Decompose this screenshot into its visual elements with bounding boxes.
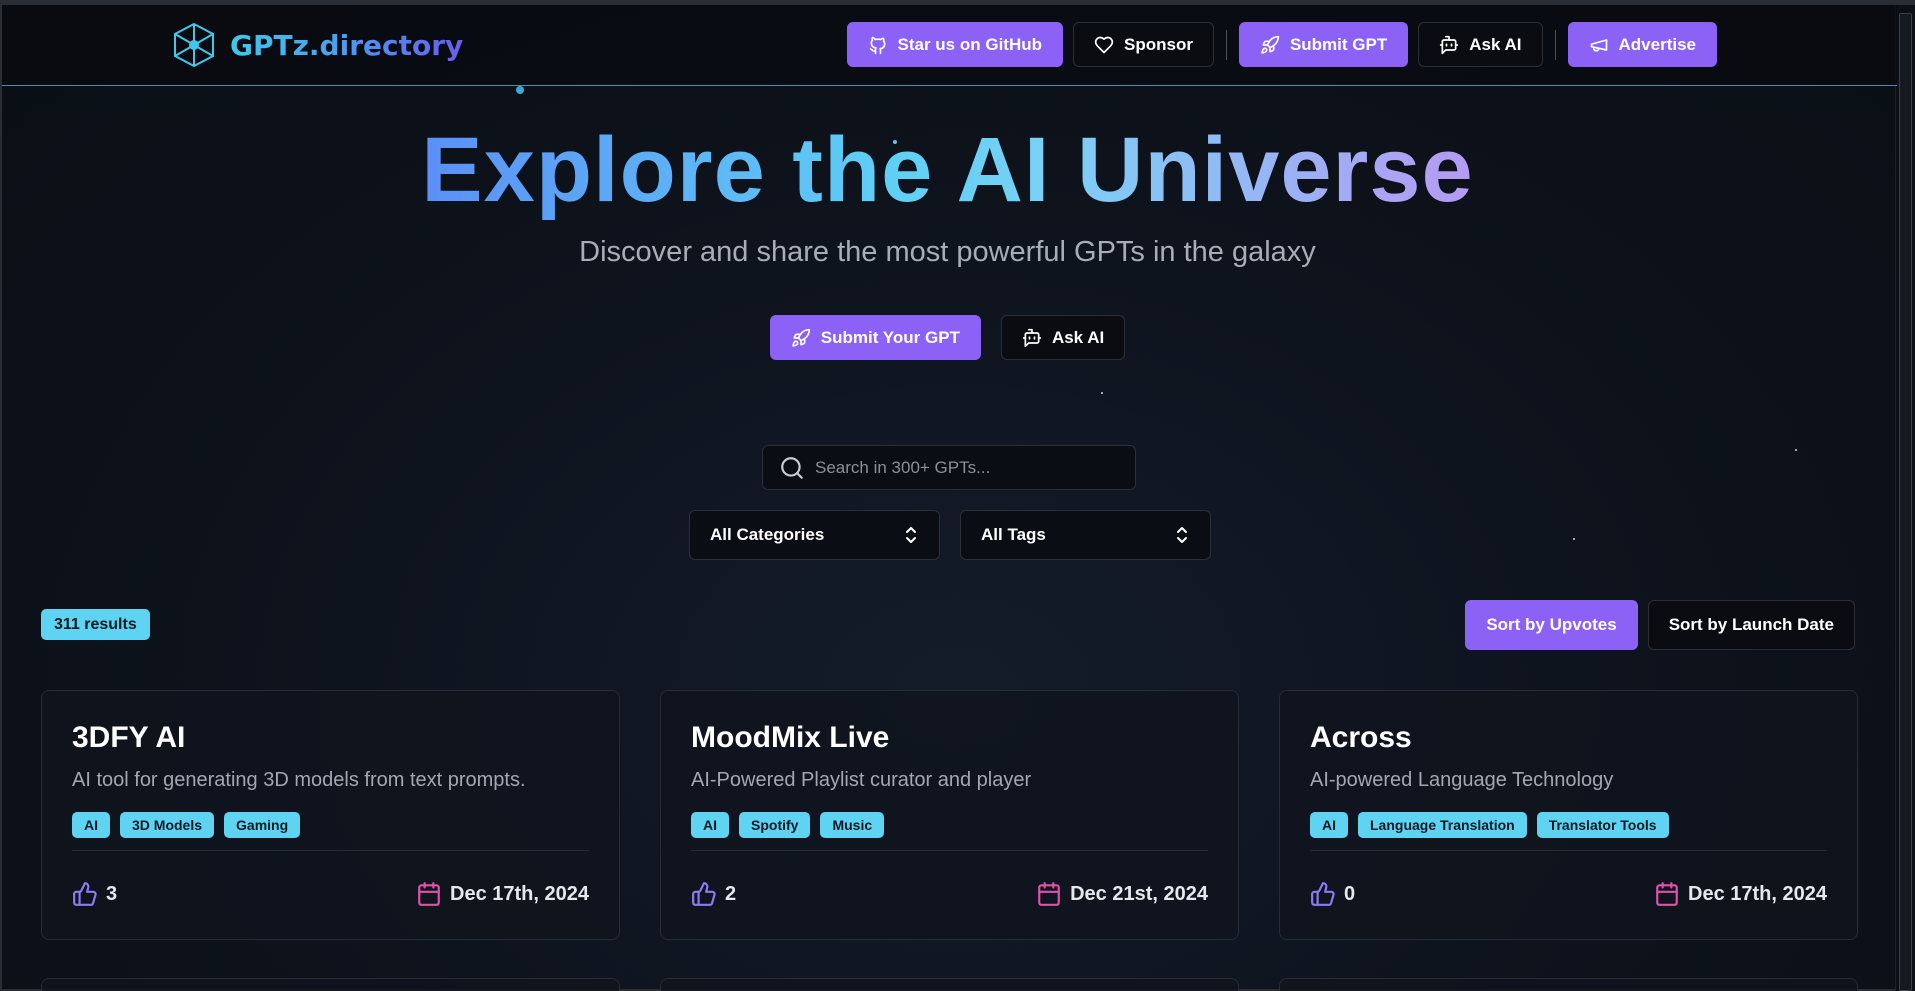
site-logo[interactable]: GPTz.directory	[170, 21, 463, 69]
hero-actions: Submit Your GPT Ask AI	[0, 315, 1895, 360]
search-box	[762, 445, 1136, 490]
sort-controls: Sort by Upvotes Sort by Launch Date	[1465, 600, 1855, 650]
gpt-card-partial[interactable]	[41, 978, 620, 991]
upvote-button[interactable]: 3	[72, 881, 117, 907]
launch-date-text: Dec 17th, 2024	[1688, 882, 1827, 905]
chevron-up-down-icon	[906, 527, 916, 543]
card-tags: AI Language Translation Translator Tools	[1310, 812, 1827, 851]
gpt-card-grid: 3DFY AI AI tool for generating 3D models…	[41, 690, 1858, 940]
gpt-card-partial[interactable]	[660, 978, 1239, 991]
card-title[interactable]: Across	[1310, 721, 1827, 755]
thumbs-up-icon	[73, 882, 97, 906]
tag-badge[interactable]: AI	[72, 812, 110, 838]
submit-gpt-label: Submit GPT	[1289, 34, 1388, 54]
hero-ask-ai-button[interactable]: Ask AI	[1000, 315, 1126, 360]
card-title[interactable]: MoodMix Live	[691, 721, 1208, 755]
star-dot	[1573, 538, 1575, 540]
calendar-icon	[1656, 882, 1678, 906]
submit-your-gpt-label: Submit Your GPT	[820, 327, 960, 347]
launch-date: Dec 17th, 2024	[416, 881, 589, 907]
upvote-count: 0	[1344, 882, 1356, 905]
nav-divider	[1225, 29, 1227, 60]
github-icon	[869, 36, 885, 54]
scrollbar[interactable]	[1895, 5, 1915, 991]
hero-subtitle: Discover and share the most powerful GPT…	[579, 236, 1316, 268]
upvote-button[interactable]: 2	[691, 881, 736, 907]
card-description: AI tool for generating 3D models from te…	[72, 769, 526, 791]
gpt-card[interactable]: MoodMix Live AI-Powered Playlist curator…	[660, 690, 1239, 940]
search-input[interactable]	[815, 457, 1115, 478]
search-icon	[781, 456, 803, 479]
card-description: AI-Powered Playlist curator and player	[691, 769, 1032, 791]
sort-by-upvotes-button[interactable]: Sort by Upvotes	[1465, 600, 1638, 650]
category-select-value: All Categories	[710, 525, 825, 544]
bot-icon	[1022, 328, 1042, 347]
gpt-card[interactable]: 3DFY AI AI tool for generating 3D models…	[41, 690, 620, 940]
tag-badge[interactable]: Translator Tools	[1536, 812, 1669, 838]
github-star-label: Star us on GitHub	[897, 34, 1043, 54]
launch-date-text: Dec 17th, 2024	[450, 882, 589, 905]
star-dot	[1101, 392, 1103, 394]
calendar-icon	[418, 882, 440, 906]
card-footer: 3 Dec 17th, 2024	[72, 881, 589, 907]
thumbs-up-icon	[692, 882, 716, 906]
card-title[interactable]: 3DFY AI	[72, 721, 589, 755]
upvote-count: 2	[725, 882, 737, 905]
tag-badge[interactable]: Language Translation	[1358, 812, 1527, 838]
logo-text: GPTz.directory	[230, 28, 464, 62]
card-footer: 2 Dec 21st, 2024	[691, 881, 1208, 907]
hero-ask-ai-label: Ask AI	[1051, 327, 1105, 347]
launch-date: Dec 21st, 2024	[1036, 881, 1208, 907]
launch-date: Dec 17th, 2024	[1654, 881, 1827, 907]
header-nav: Star us on GitHub Sponsor Submit GPT Ask…	[846, 22, 1717, 67]
tag-select[interactable]: All Tags	[960, 510, 1211, 560]
advertise-label: Advertise	[1618, 34, 1696, 54]
rocket-icon	[1261, 35, 1280, 54]
tag-badge[interactable]: 3D Models	[120, 812, 215, 838]
megaphone-icon	[1590, 38, 1607, 52]
card-tags: AI Spotify Music	[691, 812, 1208, 851]
submit-your-gpt-button[interactable]: Submit Your GPT	[769, 315, 981, 360]
tag-badge[interactable]: Gaming	[224, 812, 301, 838]
upvote-button[interactable]: 0	[1310, 881, 1355, 907]
heart-icon	[1094, 36, 1114, 53]
tag-select-value: All Tags	[981, 525, 1046, 544]
rocket-icon	[792, 328, 810, 347]
advertise-button[interactable]: Advertise	[1567, 22, 1717, 67]
star-dot	[1795, 449, 1797, 451]
sponsor-button[interactable]: Sponsor	[1073, 22, 1214, 67]
star-dot	[516, 86, 524, 94]
tag-badge[interactable]: Music	[820, 812, 885, 838]
tag-badge[interactable]: Spotify	[739, 812, 811, 838]
upvote-count: 3	[106, 882, 118, 905]
filter-selects: All Categories All Tags	[689, 510, 1211, 560]
sponsor-label: Sponsor	[1124, 34, 1193, 54]
thumbs-up-icon	[1311, 882, 1335, 906]
gpt-card[interactable]: Across AI-powered Language Technology AI…	[1279, 690, 1858, 940]
bot-icon	[1440, 35, 1459, 54]
nav-divider	[1554, 29, 1556, 60]
site-header: GPTz.directory Star us on GitHub Sponsor…	[2, 5, 1897, 86]
category-select[interactable]: All Categories	[689, 510, 940, 560]
tag-badge[interactable]: AI	[1310, 812, 1348, 838]
ask-ai-label: Ask AI	[1469, 34, 1522, 54]
card-tags: AI 3D Models Gaming	[72, 812, 589, 851]
ask-ai-button[interactable]: Ask AI	[1418, 22, 1543, 67]
card-description: AI-powered Language Technology	[1310, 769, 1614, 791]
github-star-button[interactable]: Star us on GitHub	[846, 22, 1063, 67]
gpt-card-partial[interactable]	[1279, 978, 1858, 991]
tag-badge[interactable]: AI	[691, 812, 729, 838]
cube-logo-icon	[174, 22, 214, 68]
submit-gpt-button[interactable]: Submit GPT	[1238, 22, 1409, 67]
card-footer: 0 Dec 17th, 2024	[1310, 881, 1827, 907]
hero-title: Explore the AI Universe	[421, 119, 1474, 221]
calendar-icon	[1038, 882, 1060, 906]
sort-by-launch-date-button[interactable]: Sort by Launch Date	[1647, 600, 1855, 650]
results-count-badge: 311 results	[41, 609, 150, 640]
scrollbar-thumb[interactable]	[1899, 13, 1912, 991]
next-card-row	[41, 978, 1858, 991]
launch-date-text: Dec 21st, 2024	[1070, 882, 1208, 905]
chevron-up-down-icon	[1177, 527, 1187, 543]
